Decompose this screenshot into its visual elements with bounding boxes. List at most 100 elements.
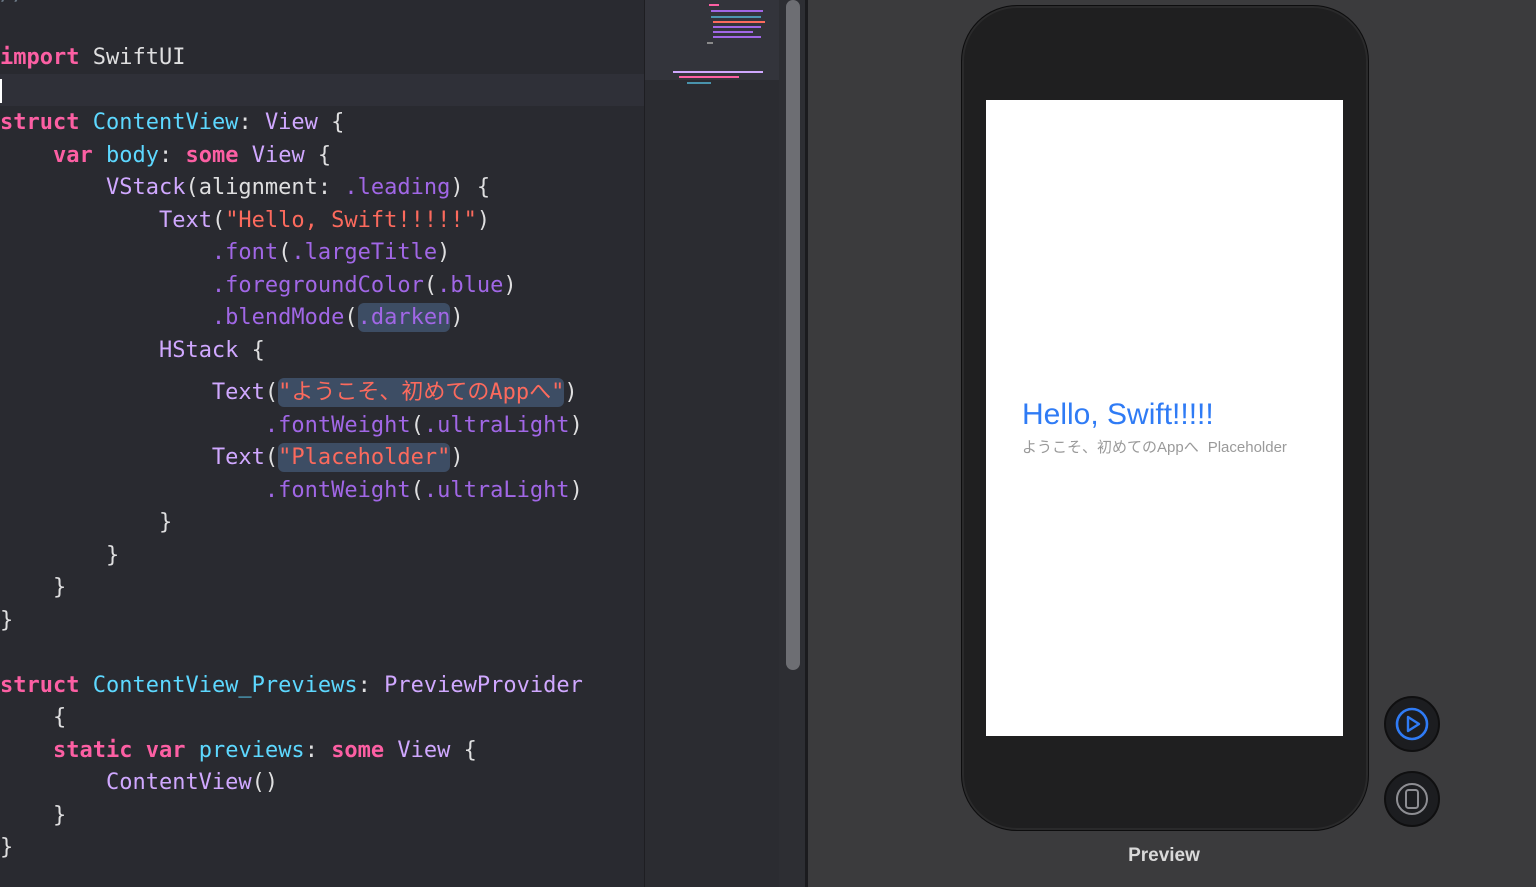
code-token: "Hello, Swift!!!!!" [225,207,477,233]
code-token: } [0,835,14,860]
code-token: { [238,337,265,363]
code-token: ) [450,445,464,470]
minimap-line [713,21,765,23]
minimap-line [679,76,739,78]
code-line[interactable]: .blendMode(.darken) [0,302,464,334]
code-line[interactable]: } [0,800,66,832]
code-line[interactable]: var body: some View { [0,140,331,172]
code-token: (alignment: [185,175,345,200]
code-token: : [357,672,385,698]
code-token: { [450,737,477,763]
code-token: () [251,770,279,795]
code-token: ) [450,305,464,330]
code-line[interactable]: static var previews: some View { [0,735,477,767]
code-token: ContentView [92,110,239,135]
device-screen[interactable]: Hello, Swift!!!!! ようこそ、初めてのAppへ Placehold… [986,100,1343,736]
device-frame: Hello, Swift!!!!! ようこそ、初めてのAppへ Placehold… [961,5,1369,831]
code-token: ContentView_Previews [92,672,358,698]
preview-on-device-button[interactable] [1384,771,1440,827]
minimap-line [707,42,713,44]
code-line[interactable]: } [0,832,13,864]
code-token: static [52,737,133,763]
code-line[interactable]: struct ContentView_Previews: PreviewProv… [0,670,583,702]
code-token: .ultraLight [423,412,570,438]
minimap-line [713,31,753,33]
minimap-line [711,16,761,18]
code-token: .fontWeight [264,412,411,438]
code-token: .blue [437,272,504,298]
code-line[interactable]: } [0,572,66,604]
editor-scrollbar[interactable] [779,0,805,887]
code-line[interactable]: Text("Placeholder") [0,442,464,474]
code-line[interactable]: struct ContentView: View { [0,107,344,139]
minimap-visible-region[interactable] [645,0,780,80]
code-token: ) [503,272,517,298]
code-token: ( [410,412,424,438]
code-line[interactable]: .foregroundColor(.blue) [0,270,517,302]
code-token: PreviewProvider [384,672,583,698]
code-token: ) [437,240,451,265]
live-preview-button[interactable] [1384,696,1440,752]
preview-welcome-text: ようこそ、初めてのAppへ [1022,439,1199,456]
preview-placeholder-text: Placeholder [1207,439,1287,456]
code-line[interactable]: } [0,507,172,539]
code-token: .fontWeight [264,477,411,503]
code-token: View [264,110,318,135]
preview-title-text: Hello, Swift!!!!! [1022,398,1214,431]
code-token: ) [564,380,578,405]
text-caret [0,79,2,103]
code-token: ( [344,305,358,330]
code-token: ( [264,445,279,470]
current-line-highlight [0,74,644,106]
preview-canvas[interactable]: Hello, Swift!!!!! ようこそ、初めてのAppへ Placehold… [808,0,1536,887]
code-line[interactable]: .fontWeight(.ultraLight) [0,475,583,507]
minimap-line [673,71,763,73]
code-token: } [0,542,120,568]
minimap[interactable] [644,0,780,887]
scrollbar-thumb[interactable] [786,0,800,670]
code-token: ( [211,207,226,233]
minimap-line [711,10,763,12]
code-line[interactable]: VStack(alignment: .leading) { [0,172,490,204]
code-line[interactable]: .fontWeight(.ultraLight) [0,410,583,442]
code-token: ( [264,380,279,405]
code-line[interactable]: HStack { [0,335,265,367]
code-token: View [251,142,305,168]
device-icon [1396,783,1428,815]
code-token: } [0,802,67,828]
code-line[interactable]: import SwiftUI [0,42,185,74]
code-line[interactable]: ContentView() [0,767,278,799]
code-line[interactable]: } [0,540,119,572]
code-token: some [185,142,239,168]
code-line[interactable]: Text("ようこそ、初めてのAppへ") [0,377,578,409]
code-token: Text [211,445,265,470]
preview-subtitle-row: ようこそ、初めてのAppへ Placeholder [1022,436,1287,457]
code-line[interactable]: Text("Hello, Swift!!!!!") [0,205,490,237]
code-token: ( [278,240,292,265]
code-editor[interactable]: // import SwiftUI struct ContentView: Vie… [0,0,644,887]
code-token: ) [476,207,491,233]
minimap-line [709,4,719,6]
code-token: : [158,142,186,168]
code-line[interactable]: .font(.largeTitle) [0,237,450,269]
code-line[interactable]: { [0,702,66,734]
minimap-line [687,82,711,84]
code-token: VStack [105,175,186,200]
code-token: ) [569,412,583,438]
code-token: : [304,737,332,763]
code-token: import [0,45,80,70]
code-token: ) [569,477,583,503]
preview-label: Preview [1128,845,1200,866]
code-token: .ultraLight [423,477,570,503]
code-line[interactable]: } [0,605,13,637]
